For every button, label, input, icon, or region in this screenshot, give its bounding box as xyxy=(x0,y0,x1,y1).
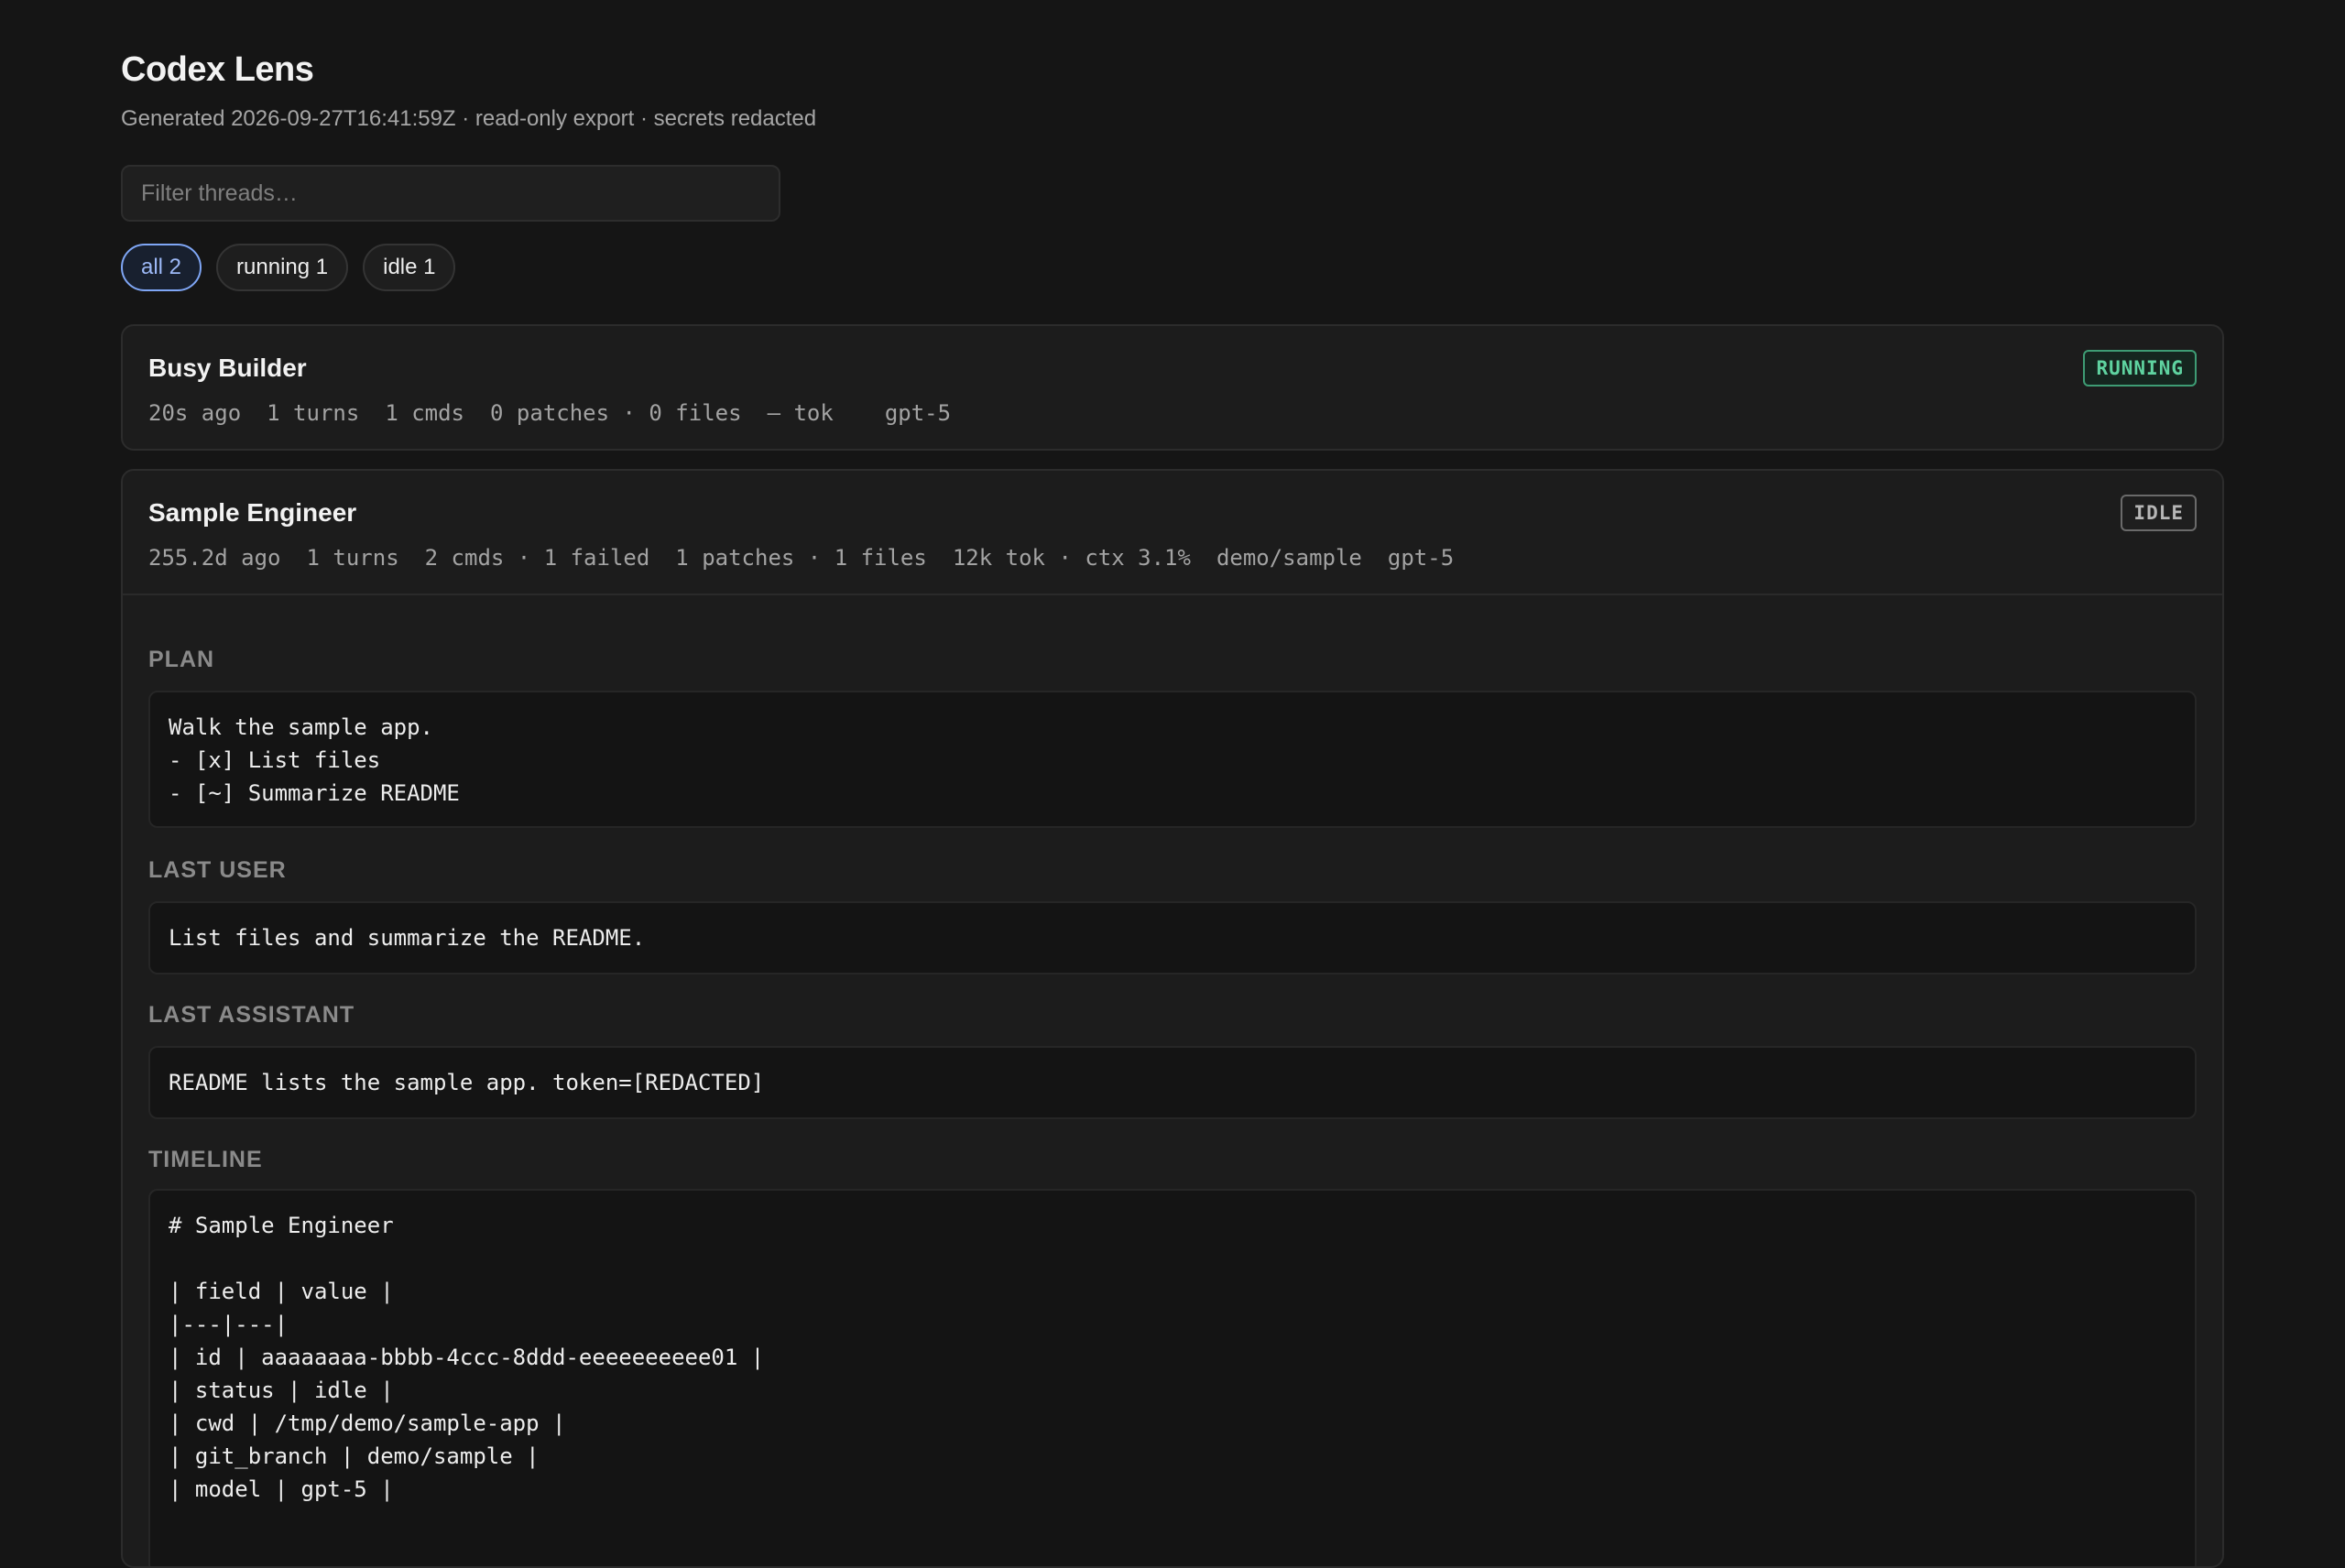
thread-cmds: 2 cmds · 1 failed xyxy=(424,545,650,571)
last-user-label: LAST USER xyxy=(148,857,287,883)
thread-tokens: 12k tok · ctx 3.1% xyxy=(952,545,1191,571)
thread-card-header[interactable]: Sample Engineer 255.2d ago 1 turns 2 cmds … xyxy=(123,471,2222,595)
timeline-block: # Sample Engineer | field | value | |---… xyxy=(148,1189,2197,1566)
page-title: Codex Lens xyxy=(121,50,314,89)
card-divider xyxy=(123,593,2222,595)
thread-tokens: — tok xyxy=(767,400,834,426)
last-assistant-block: README lists the sample app. token=[REDA… xyxy=(148,1046,2197,1119)
thread-changes: 1 patches · 1 files xyxy=(675,545,927,571)
thread-age: 20s ago xyxy=(148,400,242,426)
thread-branch: demo/sample xyxy=(1216,545,1362,571)
thread-card: Busy Builder 20s ago 1 turns 1 cmds 0 patch… xyxy=(121,324,2224,451)
thread-changes: 0 patches · 0 files xyxy=(490,400,742,426)
thread-turns: 1 turns xyxy=(306,545,399,571)
plan-label: PLAN xyxy=(148,647,215,672)
filter-chip-all[interactable]: all 2 xyxy=(121,244,202,291)
page-subtitle: Generated 2026-09-27T16:41:59Z · read-on… xyxy=(121,106,817,131)
status-filter-chips: all 2 running 1 idle 1 xyxy=(121,244,456,291)
thread-cmds: 1 cmds xyxy=(385,400,465,426)
filter-chip-idle[interactable]: idle 1 xyxy=(363,244,456,291)
status-badge: RUNNING xyxy=(2083,350,2197,387)
filter-threads-input[interactable] xyxy=(121,165,780,222)
thread-name: Busy Builder xyxy=(148,354,307,382)
thread-name: Sample Engineer xyxy=(148,498,357,527)
thread-model: gpt-5 xyxy=(884,400,952,426)
plan-block: Walk the sample app. - [x] List files - … xyxy=(148,691,2197,828)
thread-age: 255.2d ago xyxy=(148,545,281,571)
timeline-label: TIMELINE xyxy=(148,1147,263,1172)
filter-chip-running[interactable]: running 1 xyxy=(216,244,349,291)
status-badge: IDLE xyxy=(2121,495,2197,531)
last-assistant-label: LAST ASSISTANT xyxy=(148,1002,355,1028)
thread-meta: 255.2d ago 1 turns 2 cmds · 1 failed 1 patc… xyxy=(148,542,1479,573)
last-user-block: List files and summarize the README. xyxy=(148,901,2197,975)
thread-model: gpt-5 xyxy=(1387,545,1455,571)
thread-card-header[interactable]: Busy Builder 20s ago 1 turns 1 cmds 0 patch… xyxy=(123,326,2222,449)
thread-card: Sample Engineer 255.2d ago 1 turns 2 cmds … xyxy=(121,469,2224,1568)
thread-turns: 1 turns xyxy=(267,400,360,426)
thread-meta: 20s ago 1 turns 1 cmds 0 patches · 0 files —… xyxy=(148,397,976,429)
